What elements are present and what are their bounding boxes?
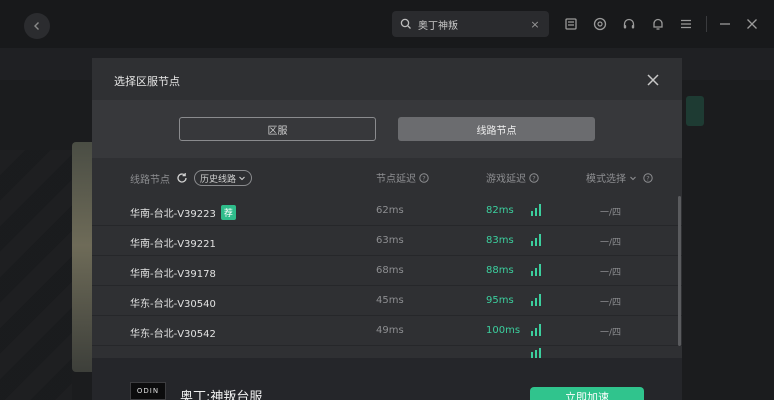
clear-search-button[interactable]: × [527,18,543,31]
signal-icon [531,294,541,306]
node-list: 华南-台北-V39223 荐 62ms 82ms 一/四 华南-台北-V3922… [92,196,682,358]
node-name: 华东-台北-V30540 [130,295,216,310]
chevron-left-icon [34,22,39,30]
mode-value[interactable]: 一/四 [600,235,621,248]
game-strip: ODIN 奥丁:神叛台服 立即加速 [92,358,682,400]
node-latency: 62ms [376,205,404,216]
minimize-icon[interactable] [716,15,734,33]
game-latency: 88ms [486,265,514,276]
table-row[interactable]: 华南-台北-V39221 63ms 83ms 一/四 [92,226,682,256]
header-line-node: 线路节点 历史线路 [130,170,253,186]
history-lines-label: 历史线路 [200,174,237,185]
header-line-node-label: 线路节点 [130,174,170,186]
node-name-label: 华南-台北-V39221 [130,239,216,250]
table-row[interactable]: 华南-台北-V39223 荐 62ms 82ms 一/四 [92,196,682,226]
save-icon[interactable] [562,15,580,33]
search-input[interactable]: 奥丁神叛 [418,17,527,32]
menu-icon[interactable] [677,15,695,33]
top-bar: 奥丁神叛 × [0,0,774,48]
node-name-label: 华东-台北-V30540 [130,299,216,310]
table-row[interactable]: 华南-台北-V39178 68ms 88ms 一/四 [92,256,682,286]
header-game-latency: 游戏延迟 ? [486,170,539,185]
game-logo: ODIN [130,382,166,400]
help-icon[interactable]: ? [643,172,653,183]
window-close-icon[interactable] [743,15,761,33]
chevron-down-icon [239,176,245,181]
mode-value[interactable]: 一/四 [600,265,621,278]
header-game-latency-label: 游戏延迟 [486,174,526,185]
signal-icon [531,324,541,336]
node-name: 华南-台北-V39221 [130,235,216,250]
svg-text:?: ? [532,174,535,182]
help-icon[interactable]: ? [419,172,429,183]
headset-icon[interactable] [620,15,638,33]
game-latency: 83ms [486,235,514,246]
table-row[interactable]: 华东-台北-V30540 45ms 95ms 一/四 [92,286,682,316]
back-button[interactable] [24,13,50,39]
recommended-badge: 荐 [220,205,236,220]
refresh-icon[interactable] [176,172,188,184]
node-name: 华东-台北-V30542 [130,325,216,340]
game-latency: 82ms [486,205,514,216]
node-name-label: 华南-台北-V39223 [130,209,216,220]
svg-text:?: ? [422,174,425,182]
node-name: 华南-台北-V39223 荐 [130,205,236,220]
header-mode-select-label: 模式选择 [586,174,626,185]
close-icon [647,74,659,86]
mode-value[interactable]: 一/四 [600,205,621,218]
table-row-partial [92,346,682,358]
signal-icon [531,348,541,358]
node-latency: 45ms [376,295,404,306]
header-node-latency-label: 节点延迟 [376,174,416,185]
background-button [686,96,704,126]
history-lines-button[interactable]: 历史线路 [194,170,253,186]
dialog-title: 选择区服节点 [114,75,180,88]
node-latency: 63ms [376,235,404,246]
header-mode-select[interactable]: 模式选择 ? [586,170,653,185]
tab-bar: 区服 线路节点 [92,100,682,158]
node-name: 华南-台北-V39178 [130,265,216,280]
signal-icon [531,264,541,276]
toolbar-divider [706,16,707,32]
table-row[interactable]: 华东-台北-V30542 49ms 100ms 一/四 [92,316,682,346]
accelerate-button[interactable]: 立即加速 [530,387,644,400]
tab-region[interactable]: 区服 [179,117,376,141]
bell-icon[interactable] [649,15,667,33]
table-header: 线路节点 历史线路 节点延迟 ? 游戏延迟 ? 模式选择 ? [92,158,682,196]
mode-value[interactable]: 一/四 [600,325,621,338]
list-scrollbar[interactable] [678,196,681,346]
signal-icon [531,204,541,216]
node-latency: 68ms [376,265,404,276]
game-name: 奥丁:神叛台服 [180,390,263,400]
search-box[interactable]: 奥丁神叛 × [392,11,549,37]
mode-value[interactable]: 一/四 [600,295,621,308]
search-icon [400,18,411,29]
server-node-dialog: 选择区服节点 区服 线路节点 线路节点 历史线路 节点延迟 ? 游戏延迟 ? 模… [92,58,682,358]
game-latency: 100ms [486,325,521,336]
speedometer-icon[interactable] [591,15,609,33]
header-node-latency: 节点延迟 ? [376,170,429,185]
help-icon[interactable]: ? [529,172,539,183]
node-name-label: 华东-台北-V30542 [130,329,216,340]
game-latency: 95ms [486,295,514,306]
dialog-close-button[interactable] [645,72,661,88]
chevron-down-icon [630,176,636,180]
tab-line-node[interactable]: 线路节点 [398,117,595,141]
signal-icon [531,234,541,246]
svg-text:?: ? [646,174,649,182]
background-artwork [0,150,72,400]
node-name-label: 华南-台北-V39178 [130,269,216,280]
node-latency: 49ms [376,325,404,336]
